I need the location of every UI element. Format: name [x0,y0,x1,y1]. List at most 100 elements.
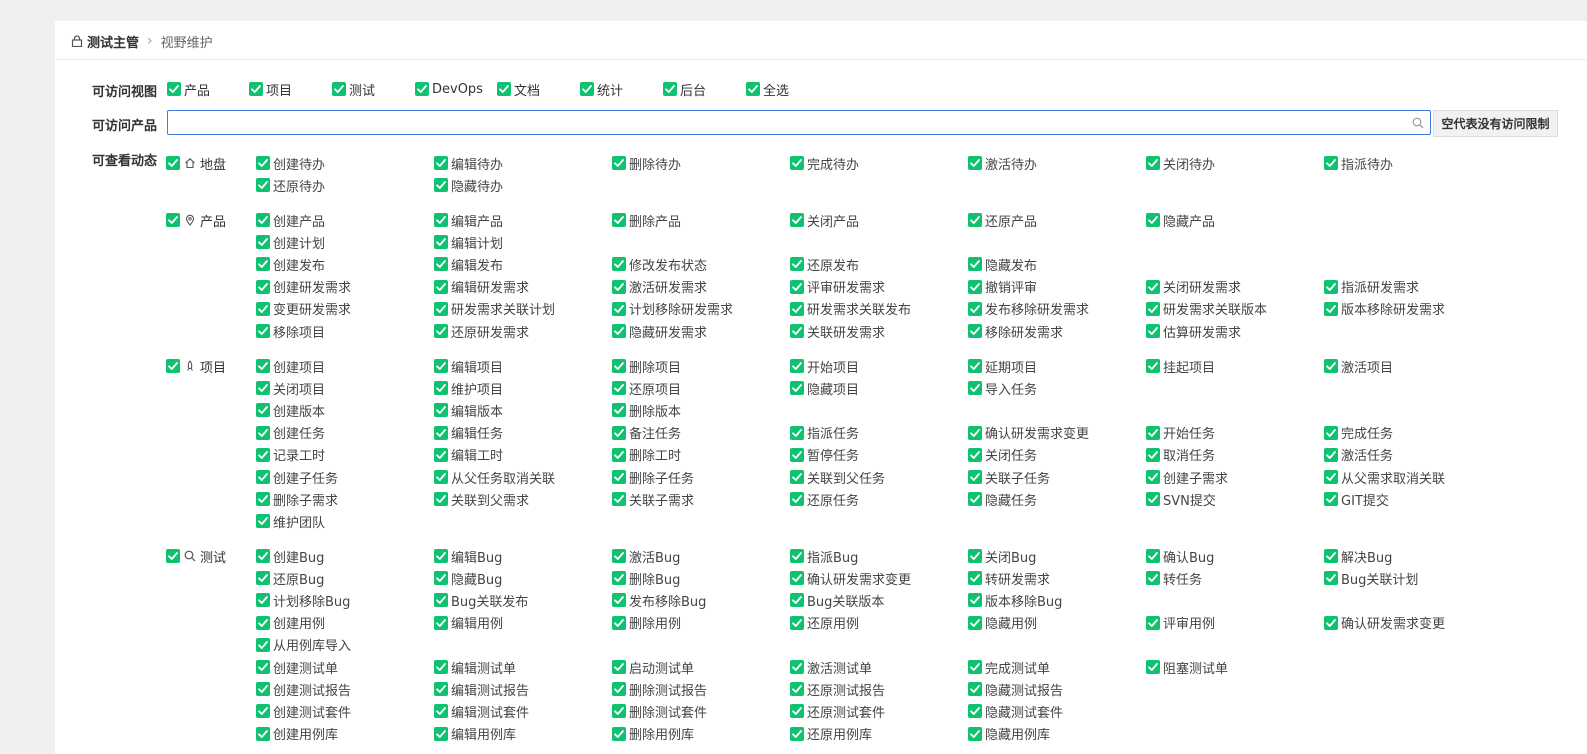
action-checkbox[interactable] [790,571,804,586]
action-checkbox[interactable] [790,425,804,440]
action-option[interactable]: 创建产品 [256,211,325,230]
action-checkbox[interactable] [968,571,982,586]
action-option[interactable]: 还原研发需求 [434,322,529,341]
action-checkbox[interactable] [434,549,448,563]
action-option[interactable]: 隐藏待办 [434,176,503,195]
action-checkbox[interactable] [1146,492,1160,507]
action-option[interactable]: 评审用例 [1146,614,1215,632]
action-checkbox[interactable] [1146,425,1160,440]
module-checkbox[interactable] [166,359,180,373]
action-option[interactable]: 编辑发布 [434,255,503,274]
action-option[interactable]: 开始任务 [1146,424,1215,442]
module-checkbox[interactable] [166,549,180,563]
action-option[interactable]: 隐藏研发需求 [612,322,707,341]
action-option[interactable]: 指派研发需求 [1324,278,1419,296]
action-option[interactable]: 删除测试报告 [612,680,707,699]
action-checkbox[interactable] [256,704,270,719]
no-access-limit-button[interactable]: 空代表没有访问限制 [1433,110,1558,137]
action-option[interactable]: 估算研发需求 [1146,322,1241,341]
action-checkbox[interactable] [256,637,270,652]
action-checkbox[interactable] [434,381,448,396]
action-checkbox[interactable] [612,447,626,462]
action-option[interactable]: 计划移除Bug [256,591,350,610]
action-option[interactable]: 阻塞测试单 [1146,658,1228,677]
action-option[interactable]: 开始项目 [790,357,859,376]
action-option[interactable]: 隐藏Bug [434,569,502,588]
action-checkbox[interactable] [1146,615,1160,630]
action-option[interactable]: 还原用例 [790,614,859,632]
action-option[interactable]: 确认研发需求变更 [968,424,1089,442]
action-checkbox[interactable] [434,178,448,193]
product-select[interactable] [167,110,1431,135]
action-checkbox[interactable] [612,660,626,674]
action-option[interactable]: Bug关联版本 [790,591,884,610]
action-checkbox[interactable] [1324,359,1338,373]
module-checkbox[interactable] [166,213,180,227]
action-option[interactable]: 计划移除研发需求 [612,300,733,318]
action-checkbox[interactable] [612,324,626,338]
action-option[interactable]: 删除工时 [612,446,681,464]
action-checkbox[interactable] [1146,660,1160,674]
action-checkbox[interactable] [434,279,448,294]
action-option[interactable]: 编辑计划 [434,233,503,252]
action-checkbox[interactable] [256,403,270,418]
action-checkbox[interactable] [790,257,804,272]
action-checkbox[interactable] [1146,447,1160,462]
action-checkbox[interactable] [612,615,626,630]
action-option[interactable]: 关联到父任务 [790,468,885,487]
action-checkbox[interactable] [256,156,270,170]
action-option[interactable]: 删除用例库 [612,725,694,743]
action-checkbox[interactable] [434,156,448,170]
action-checkbox[interactable] [612,257,626,272]
action-checkbox[interactable] [256,178,270,193]
action-option[interactable]: 编辑待办 [434,154,503,173]
action-option[interactable]: 挂起项目 [1146,357,1215,376]
action-checkbox[interactable] [968,425,982,440]
action-checkbox[interactable] [790,279,804,294]
action-option[interactable]: 创建子需求 [1146,468,1228,487]
module-3[interactable]: 测试 [166,547,226,566]
action-checkbox[interactable] [968,470,982,484]
action-checkbox[interactable] [434,726,448,741]
action-option[interactable]: 关联子任务 [968,468,1050,487]
action-option[interactable]: 创建子任务 [256,468,338,487]
action-checkbox[interactable] [790,615,804,630]
action-option[interactable]: 延期项目 [968,357,1037,376]
action-option[interactable]: 关闭产品 [790,211,859,230]
action-option[interactable]: 还原任务 [790,490,859,509]
action-option[interactable]: 删除待办 [612,154,681,173]
action-option[interactable]: 创建研发需求 [256,278,351,296]
view-option[interactable]: DevOps [415,81,483,97]
action-option[interactable]: 隐藏用例 [968,614,1037,632]
action-checkbox[interactable] [968,156,982,170]
action-option[interactable]: 确认研发需求变更 [1324,614,1445,632]
action-checkbox[interactable] [434,257,448,272]
action-checkbox[interactable] [434,425,448,440]
product-search-input[interactable] [172,111,1406,135]
action-option[interactable]: 编辑用例库 [434,725,516,743]
action-option[interactable]: 创建用例库 [256,725,338,743]
action-checkbox[interactable] [256,235,270,250]
action-checkbox[interactable] [1146,301,1160,316]
action-checkbox[interactable] [790,470,804,484]
action-checkbox[interactable] [434,359,448,373]
action-option[interactable]: 指派任务 [790,424,859,442]
action-option[interactable]: 确认Bug [1146,547,1214,566]
view-checkbox[interactable] [415,82,429,96]
action-checkbox[interactable] [968,492,982,507]
action-option[interactable]: 删除测试套件 [612,702,707,721]
action-option[interactable]: 启动测试单 [612,658,694,677]
action-option[interactable]: SVN提交 [1146,490,1216,509]
action-option[interactable]: 创建用例 [256,614,325,632]
action-checkbox[interactable] [434,593,448,608]
view-checkbox[interactable] [746,82,760,96]
action-checkbox[interactable] [434,235,448,250]
action-checkbox[interactable] [1146,359,1160,373]
view-checkbox[interactable] [167,82,181,96]
action-checkbox[interactable] [790,726,804,741]
action-checkbox[interactable] [1324,156,1338,170]
action-option[interactable]: 移除研发需求 [968,322,1063,341]
action-checkbox[interactable] [434,301,448,316]
view-checkbox[interactable] [249,82,263,96]
action-option[interactable]: 编辑任务 [434,424,503,442]
